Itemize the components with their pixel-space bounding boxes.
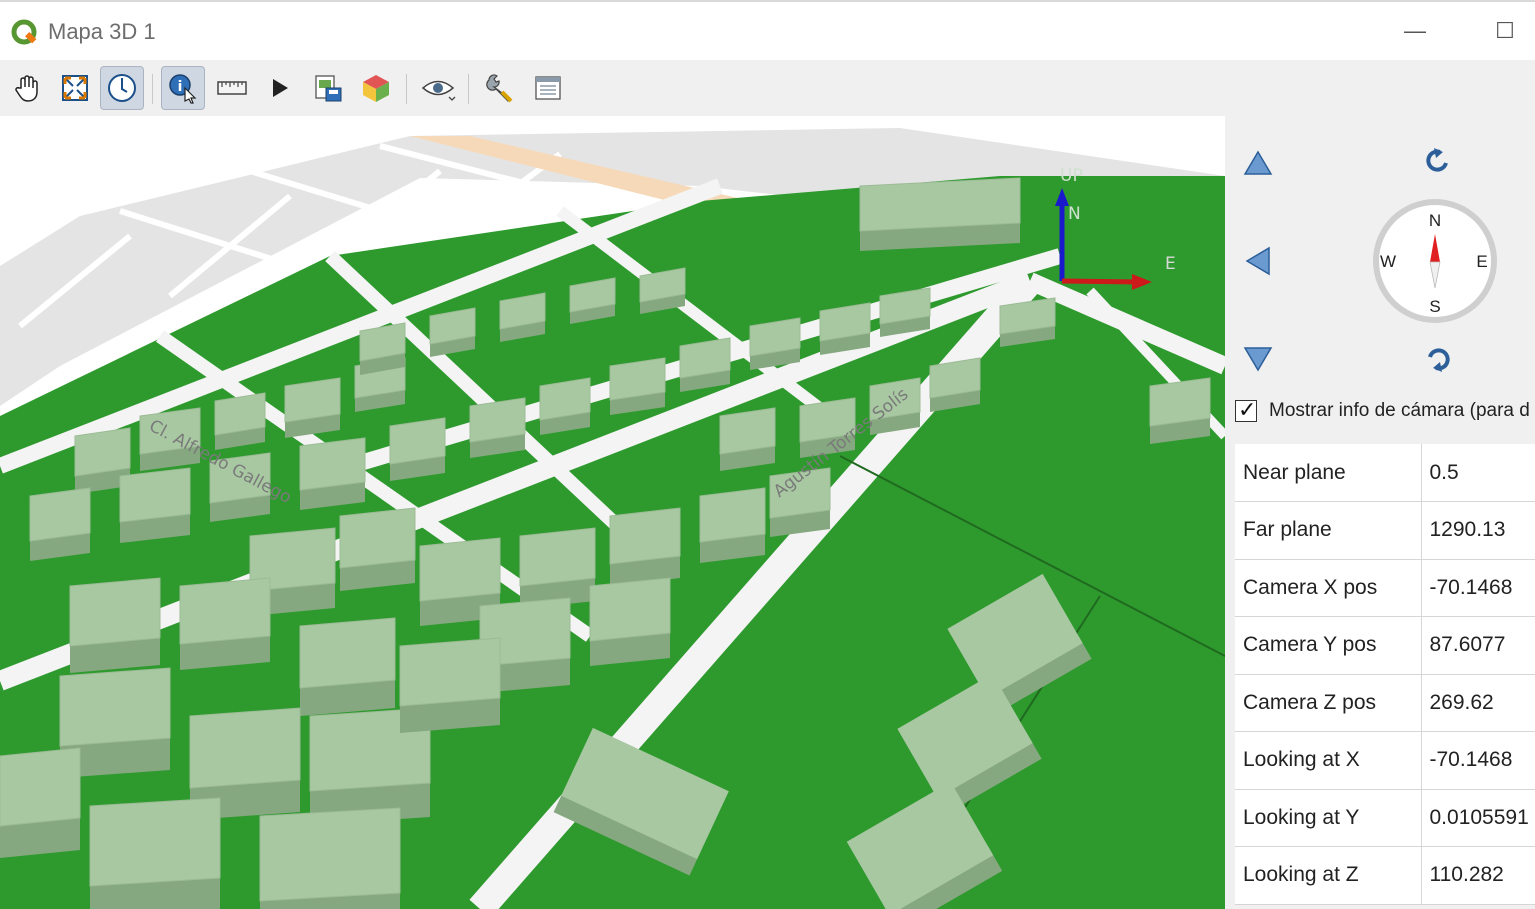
- triangle-up-icon: [1243, 150, 1273, 175]
- title-bar: Mapa 3D 1 — ☐: [0, 0, 1535, 60]
- camera-info-value: -70.1468: [1421, 559, 1535, 617]
- rotate-up-button[interactable]: [1421, 144, 1455, 178]
- measure-button[interactable]: [210, 66, 254, 110]
- identify-icon: i: [169, 74, 197, 104]
- minimize-button[interactable]: —: [1398, 16, 1432, 46]
- rotate-down-button[interactable]: [1421, 342, 1455, 376]
- compass-dial[interactable]: N S W E: [1370, 196, 1500, 326]
- axis-up-label: UP: [1060, 166, 1083, 186]
- animation-button[interactable]: [258, 66, 302, 110]
- camera-info-key: Camera Z pos: [1235, 674, 1422, 732]
- panel-icon: [535, 76, 561, 100]
- camera-info-key: Camera X pos: [1235, 559, 1422, 617]
- compass-west-label: W: [1380, 252, 1396, 271]
- move-left-button[interactable]: [1241, 244, 1275, 278]
- wrench-icon: [486, 74, 513, 103]
- visibility-button[interactable]: [416, 66, 460, 110]
- camera-info-row: Far plane 1290.13: [1235, 501, 1535, 560]
- checkbox-label: Mostrar info de cámara (para d: [1269, 400, 1530, 421]
- camera-info-key: Looking at X: [1235, 731, 1422, 790]
- hand-icon: [15, 75, 38, 102]
- play-icon: [273, 79, 288, 97]
- compass-east-label: E: [1476, 252, 1487, 271]
- camera-info-row: Camera Y pos 87.6077: [1235, 616, 1535, 675]
- rotate-ccw-icon: [1426, 148, 1448, 172]
- camera-info-value: -70.1468: [1421, 731, 1535, 790]
- camera-info-value: 87.6077: [1421, 616, 1535, 675]
- camera-info-key: Near plane: [1235, 444, 1422, 502]
- camera-info-row: Camera X pos -70.1468: [1235, 559, 1535, 617]
- camera-info-value: 0.5: [1421, 444, 1535, 502]
- rotate-cw-icon: [1428, 348, 1450, 372]
- toolbar-separator: [468, 74, 469, 104]
- show-camera-info-checkbox[interactable]: Mostrar info de cámara (para d: [1235, 397, 1530, 423]
- toolbar-separator: [406, 74, 407, 104]
- axis-east-label: E: [1165, 254, 1176, 274]
- zoom-full-icon: [62, 75, 88, 101]
- compass-north-label: N: [1429, 211, 1441, 230]
- camera-info-key: Camera Y pos: [1235, 616, 1422, 675]
- camera-info-key: Looking at Z: [1235, 846, 1422, 905]
- compass-circle-icon: [108, 74, 136, 102]
- save-image-icon: [315, 75, 342, 102]
- camera-info-row: Looking at X -70.1468: [1235, 731, 1535, 790]
- camera-info-value: 0.0105591: [1421, 789, 1535, 847]
- checkbox-box[interactable]: [1235, 397, 1257, 423]
- save-image-button[interactable]: [306, 66, 350, 110]
- camera-info-row: Camera Z pos 269.62: [1235, 674, 1535, 732]
- move-up-button[interactable]: [1241, 146, 1275, 180]
- compass-south-label: S: [1429, 297, 1440, 316]
- svg-text:i: i: [178, 79, 183, 95]
- qgis-logo-icon: [11, 19, 37, 45]
- configure-button[interactable]: [478, 66, 522, 110]
- camera-info-key: Far plane: [1235, 501, 1422, 560]
- camera-info-row: Looking at Z 110.282: [1235, 846, 1535, 905]
- window-title: Mapa 3D 1: [48, 19, 156, 44]
- cube-icon: [363, 75, 389, 102]
- pan-button[interactable]: [5, 66, 49, 110]
- triangle-left-icon: [1245, 246, 1270, 276]
- eye-icon: [421, 80, 456, 101]
- camera-info-table: Near plane 0.5 Far plane 1290.13 Camera X po…: [1235, 444, 1535, 905]
- toolbar-separator: [152, 74, 153, 104]
- camera-info-value: 269.62: [1421, 674, 1535, 732]
- camera-info-key: Looking at Y: [1235, 789, 1422, 847]
- axis-north-label: N: [1068, 204, 1081, 224]
- camera-panel: N S W E Mostrar info de cámara (para d N…: [1225, 116, 1535, 909]
- toolbar: i: [0, 60, 1535, 116]
- triangle-down-icon: [1243, 347, 1273, 372]
- map-3d-canvas[interactable]: Cl. Alfredo Gallego Agustín Torres Solís…: [0, 116, 1225, 909]
- camera-control-button[interactable]: [100, 66, 144, 110]
- maximize-button[interactable]: ☐: [1488, 16, 1522, 46]
- options-button[interactable]: [526, 66, 570, 110]
- map-3d-scene: [0, 128, 1225, 909]
- camera-info-row: Near plane 0.5: [1235, 444, 1535, 502]
- move-down-button[interactable]: [1241, 342, 1275, 376]
- camera-info-row: Looking at Y 0.0105591: [1235, 789, 1535, 847]
- export-3d-button[interactable]: [354, 66, 398, 110]
- camera-info-value: 1290.13: [1421, 501, 1535, 560]
- identify-button[interactable]: i: [161, 66, 205, 110]
- ruler-icon: [217, 81, 247, 95]
- camera-info-value: 110.282: [1421, 846, 1535, 905]
- zoom-full-button[interactable]: [53, 66, 97, 110]
